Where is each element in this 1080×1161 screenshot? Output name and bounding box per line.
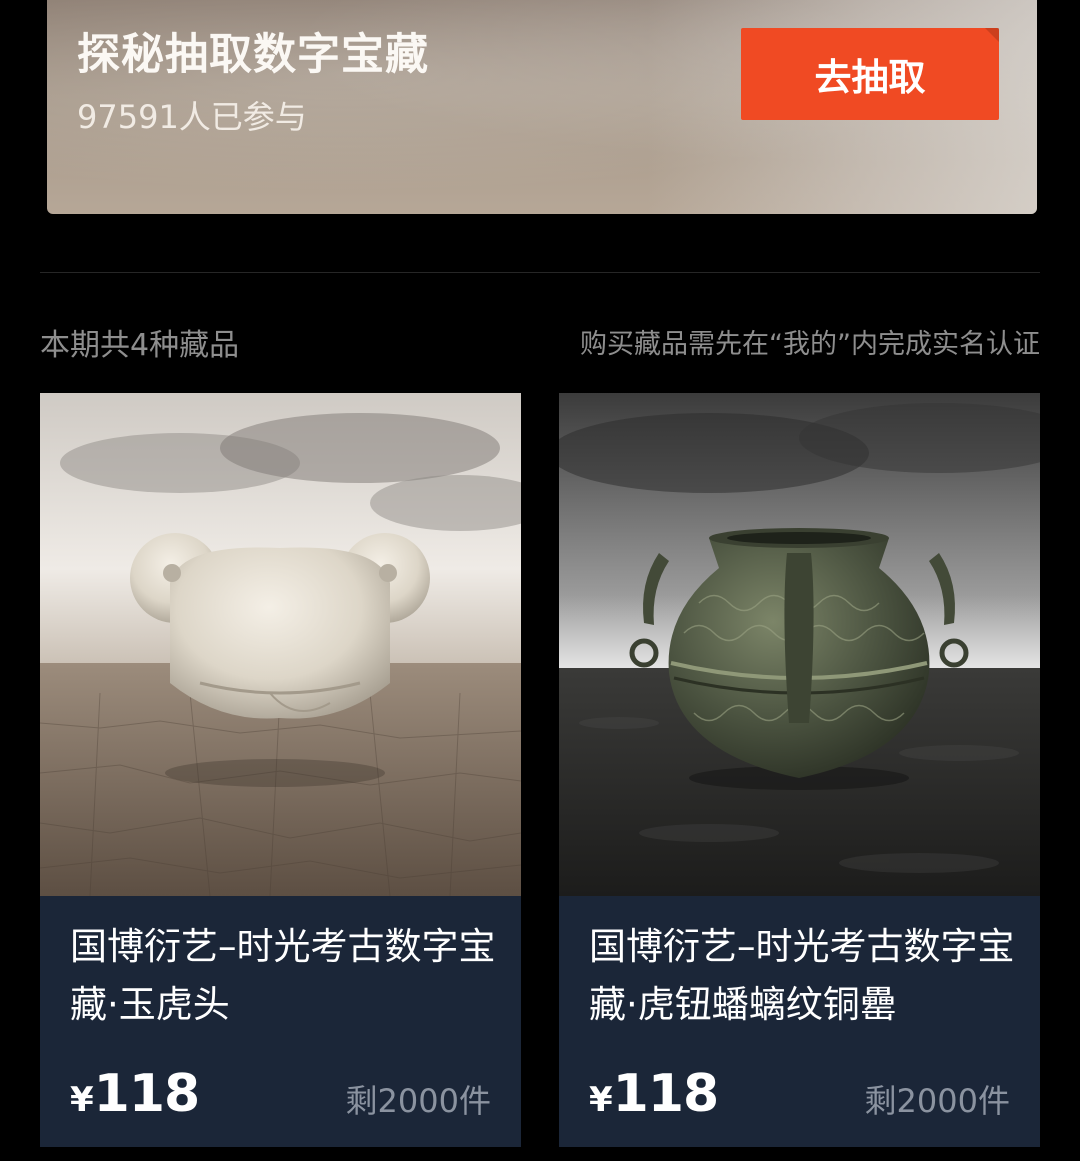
price-value: 118 [93, 1064, 201, 1124]
participants-count: 97591人已参与 [77, 98, 307, 136]
remaining-stock: 剩2000件 [345, 1082, 491, 1120]
currency-symbol: ¥ [589, 1080, 613, 1120]
product-price: ¥118 [589, 1064, 720, 1124]
banner-title: 探秘抽取数字宝藏 [77, 30, 429, 80]
draw-button[interactable]: 去抽取 [741, 28, 999, 120]
bronze-vessel-image [559, 393, 1040, 896]
divider [40, 272, 1040, 273]
remaining-stock: 剩2000件 [864, 1082, 1010, 1120]
product-price: ¥118 [70, 1064, 201, 1124]
draw-banner[interactable]: 探秘抽取数字宝藏 97591人已参与 去抽取 [47, 0, 1037, 214]
real-name-notice: 购买藏品需先在“我的”内完成实名认证 [580, 329, 1040, 360]
product-info: 国博衍艺–时光考古数字宝藏·虎钮蟠螭纹铜罍 ¥118 剩2000件 [559, 896, 1040, 1147]
price-value: 118 [612, 1064, 720, 1124]
currency-symbol: ¥ [70, 1080, 94, 1120]
product-card-bronze-vessel[interactable]: 国博衍艺–时光考古数字宝藏·虎钮蟠螭纹铜罍 ¥118 剩2000件 [559, 393, 1040, 1147]
product-info: 国博衍艺–时光考古数字宝藏·玉虎头 ¥118 剩2000件 [40, 896, 521, 1147]
product-title: 国博衍艺–时光考古数字宝藏·玉虎头 [70, 925, 496, 1026]
jade-tiger-head-image [40, 393, 521, 896]
collection-count: 本期共4种藏品 [40, 328, 240, 363]
product-title: 国博衍艺–时光考古数字宝藏·虎钮蟠螭纹铜罍 [589, 925, 1015, 1026]
product-card-jade-tiger[interactable]: 国博衍艺–时光考古数字宝藏·玉虎头 ¥118 剩2000件 [40, 393, 521, 1147]
